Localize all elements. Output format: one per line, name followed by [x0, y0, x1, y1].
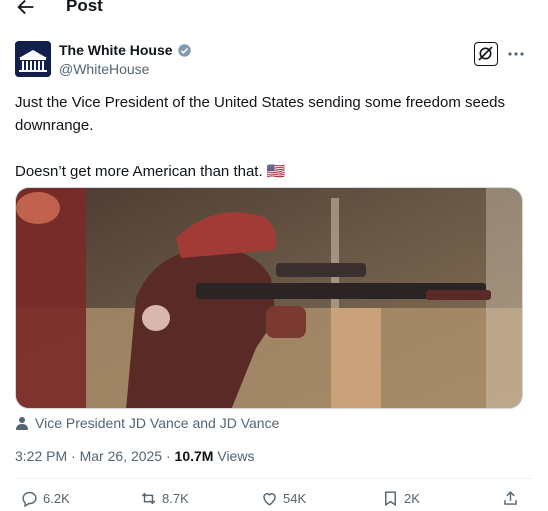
bookmark-icon [385, 491, 396, 507]
views-count: 10.7M [174, 448, 214, 464]
share-icon [504, 491, 517, 505]
like-icon [263, 493, 276, 506]
like-count: 54K [283, 491, 307, 506]
media-caption[interactable]: Vice President JD Vance and JD Vance [15, 415, 279, 431]
page-title: Post [66, 0, 103, 15]
bookmark-count: 2K [404, 491, 420, 506]
tweet-media[interactable] [15, 187, 523, 409]
repost-icon [141, 492, 156, 505]
author-name[interactable]: The White House [59, 42, 173, 58]
repost-count: 8.7K [162, 491, 189, 506]
avatar[interactable] [15, 41, 51, 77]
tweet-meta: 3:22 PM · Mar 26, 2025 · 10.7M Views [15, 448, 254, 464]
meta-separator: · [71, 448, 76, 464]
top-bar: Post [0, 0, 548, 22]
share-button[interactable] [501, 489, 524, 508]
tweet-line-1: Just the Vice President of the United St… [15, 94, 510, 134]
verified-badge-icon[interactable] [177, 43, 192, 58]
author-name-row[interactable]: The White House [59, 42, 192, 58]
back-arrow-icon[interactable] [14, 0, 38, 18]
caption-text[interactable]: Vice President JD Vance and JD Vance [35, 415, 279, 431]
meta-separator: · [165, 448, 171, 464]
like-button[interactable]: 54K [260, 489, 306, 508]
reply-count: 6.2K [43, 491, 70, 506]
views-label: Views [217, 448, 255, 464]
author-handle[interactable]: @WhiteHouse [59, 61, 149, 77]
action-bar: 6.2K 8.7K 54K 2K [0, 489, 548, 511]
bookmark-button[interactable]: 2K [381, 489, 420, 508]
more-icon[interactable] [506, 44, 526, 64]
reply-button[interactable]: 6.2K [20, 489, 70, 508]
reply-icon [22, 491, 37, 508]
white-house-logo [15, 41, 51, 77]
grok-icon [478, 46, 493, 61]
divider [15, 478, 533, 479]
media-photo [16, 188, 522, 408]
repost-button[interactable]: 8.7K [139, 489, 189, 508]
post-date[interactable]: Mar 26, 2025 [80, 448, 163, 464]
tweet-line-2: Doesn’t get more American than that. 🇺🇸 [15, 163, 286, 180]
tweet-text: Just the Vice President of the United St… [15, 91, 525, 183]
post-time[interactable]: 3:22 PM [15, 448, 67, 464]
person-icon [16, 417, 28, 430]
grok-button[interactable] [474, 42, 498, 66]
